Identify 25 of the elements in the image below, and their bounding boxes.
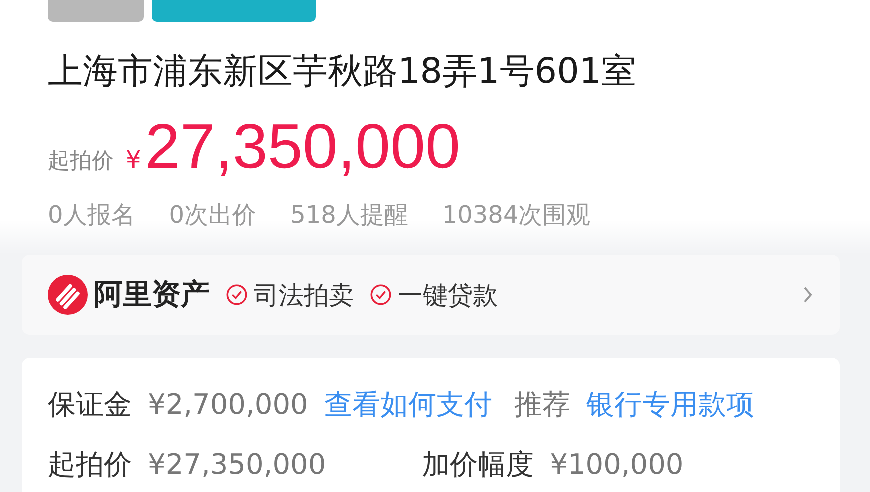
stat-text: 0人报名	[48, 200, 136, 231]
bank-account-link[interactable]: 银行专用款项	[586, 386, 754, 424]
platform-name: 阿里资产	[94, 276, 210, 313]
detail-label: 保证金	[48, 387, 132, 423]
feature-label: 一键贷款	[398, 280, 498, 312]
platform-card[interactable]: 阿里资产 司法拍卖 一键贷款	[22, 255, 840, 335]
detail-label: 加价幅度	[422, 447, 534, 483]
payment-link[interactable]: 查看如何支付	[324, 386, 492, 424]
detail-value: ¥2,700,000	[148, 388, 308, 421]
detail-value: ¥100,000	[550, 448, 684, 481]
recommend-label: 推荐	[514, 387, 570, 423]
detail-value: ¥27,350,000	[148, 448, 326, 481]
detail-label: 起拍价	[48, 447, 132, 483]
logo-icon	[48, 275, 88, 315]
feature-label: 司法拍卖	[254, 280, 354, 312]
property-title: 上海市浦东新区芋秋路18弄1号601室	[48, 51, 638, 94]
check-circle-icon	[370, 284, 392, 306]
chevron-right-icon	[802, 285, 814, 305]
stat-text: 0次出价	[169, 200, 257, 231]
starting-price: 27,350,000	[145, 111, 461, 183]
price-label: 起拍价	[48, 148, 114, 176]
stat-text: 518人提醒	[290, 200, 408, 231]
currency-symbol: ¥	[126, 146, 142, 174]
stat-text: 10384次围观	[442, 200, 591, 231]
check-circle-icon	[226, 284, 248, 306]
